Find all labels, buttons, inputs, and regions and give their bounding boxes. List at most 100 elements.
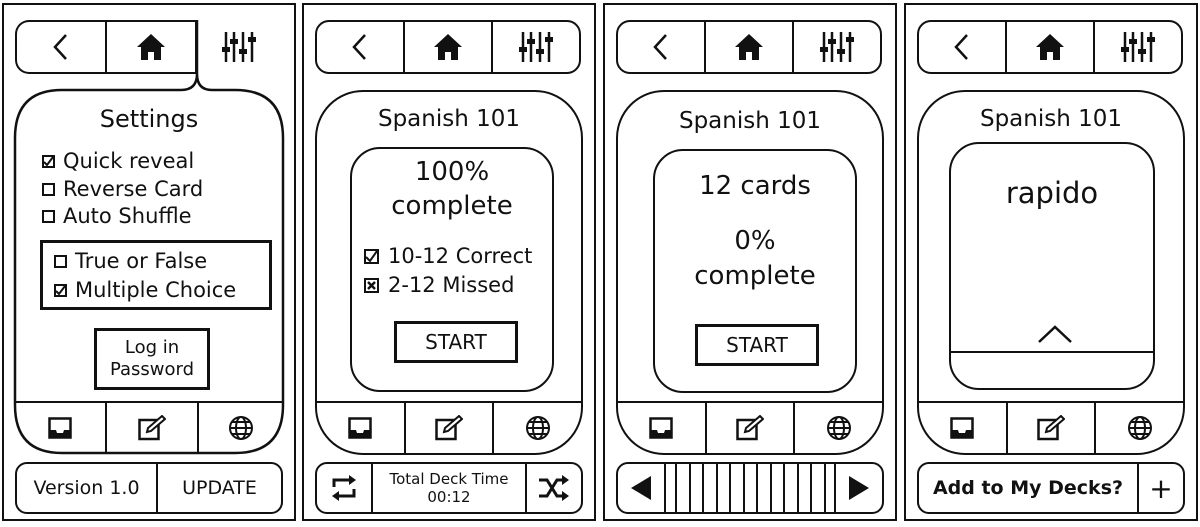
checkbox-icon (42, 209, 55, 223)
deck-time-label: Total Deck Time (389, 470, 509, 488)
tab-inbox[interactable] (15, 403, 107, 453)
repeat-icon (332, 475, 356, 501)
deck-panel: Spanish 101 12 cards 0% complete START (603, 3, 897, 521)
shuffle-icon (539, 475, 569, 501)
scrubber-lines (675, 464, 826, 512)
start-button[interactable]: START (695, 324, 819, 366)
tab-edit[interactable] (707, 403, 796, 453)
deck-card: 12 cards 0% complete START (653, 149, 857, 393)
tab-edit[interactable] (406, 403, 495, 453)
tab-globe[interactable] (795, 403, 882, 453)
option-auto-shuffle[interactable]: Auto Shuffle (42, 203, 192, 229)
nav-bar (917, 20, 1183, 74)
inbox-icon (348, 417, 373, 439)
globe-icon (826, 416, 851, 440)
tab-inbox[interactable] (618, 403, 707, 453)
globe-icon (229, 416, 253, 440)
deck-title: Spanish 101 (678, 108, 822, 134)
phone-screen: Spanish 101 rapido (917, 90, 1185, 455)
nav-bar (315, 20, 581, 74)
option-reverse-card[interactable]: Reverse Card (42, 176, 203, 202)
tab-bar (317, 401, 581, 453)
globe-icon (1127, 416, 1152, 440)
tab-inbox[interactable] (919, 403, 1008, 453)
sliders-icon (1121, 32, 1155, 62)
tab-bar (15, 401, 283, 453)
tab-bar (919, 401, 1183, 453)
settings-button[interactable] (794, 22, 880, 72)
scrubber-footer (616, 462, 884, 514)
nav-bar (616, 20, 882, 74)
results-card: 100% complete 10-12 Correct 2-12 Missed … (350, 147, 554, 392)
add-deck-footer: Add to My Decks? + (917, 462, 1185, 514)
sliders-icon (519, 32, 553, 62)
home-button[interactable] (1007, 22, 1095, 72)
login-button[interactable]: Log in Password (94, 328, 210, 390)
inbox-icon (48, 417, 72, 439)
back-button[interactable] (919, 22, 1007, 72)
edit-icon (1037, 415, 1065, 441)
globe-icon (525, 416, 550, 440)
login-label: Log in (124, 337, 180, 358)
tab-edit[interactable] (107, 403, 199, 453)
tab-globe[interactable] (199, 403, 283, 453)
prev-button[interactable] (618, 464, 666, 512)
back-button[interactable] (317, 22, 405, 72)
complete-label: complete (694, 261, 816, 291)
settings-button[interactable] (493, 22, 579, 72)
option-label: True or False (75, 249, 208, 273)
deck-title: Spanish 101 (979, 106, 1123, 132)
flashcard-panel: Spanish 101 rapido Add to My Decks? + (904, 3, 1198, 521)
repeat-button[interactable] (317, 464, 373, 512)
chevron-up-icon[interactable] (1037, 324, 1073, 344)
settings-button[interactable] (1095, 22, 1181, 72)
edit-icon (138, 415, 166, 441)
play-right-icon (849, 476, 869, 500)
edit-icon (435, 415, 463, 441)
sliders-icon (820, 32, 854, 62)
correct-row: 10-12 Correct (364, 244, 532, 268)
tab-edit[interactable] (1008, 403, 1097, 453)
edit-icon (736, 415, 764, 441)
flashcard[interactable]: rapido (949, 142, 1155, 390)
missed-row: 2-12 Missed (364, 273, 514, 297)
checkbox-icon (42, 154, 55, 168)
checkbox-icon (42, 182, 55, 196)
flashcard-word: rapido (1005, 176, 1099, 210)
deck-time-footer: Total Deck Time 00:12 (315, 462, 583, 514)
home-button[interactable] (405, 22, 493, 72)
update-button[interactable]: UPDATE (158, 464, 281, 512)
back-icon (954, 34, 968, 60)
tab-globe[interactable] (1096, 403, 1183, 453)
checkbox-icon (54, 254, 67, 268)
plus-icon: + (1149, 471, 1173, 505)
settings-panel: Settings Quick reveal Reverse Card Auto … (2, 3, 296, 521)
inbox-icon (649, 417, 674, 439)
deck-time: Total Deck Time 00:12 (373, 464, 527, 512)
deck-time-value: 00:12 (427, 488, 471, 506)
option-multiple-choice[interactable]: Multiple Choice (54, 277, 236, 303)
screen-outline (13, 20, 285, 455)
tab-inbox[interactable] (317, 403, 406, 453)
add-button[interactable]: + (1139, 464, 1183, 512)
percent-complete: 0% (734, 226, 776, 256)
start-button[interactable]: START (394, 321, 518, 363)
shuffle-button[interactable] (527, 464, 581, 512)
card-divider (951, 351, 1153, 353)
card-count: 12 cards (699, 171, 811, 201)
option-label: Multiple Choice (75, 278, 237, 302)
play-left-icon (631, 476, 651, 500)
results-panel: Spanish 101 100% complete 10-12 Correct … (302, 3, 596, 521)
complete-label: complete (391, 191, 513, 221)
add-to-decks-label[interactable]: Add to My Decks? (919, 464, 1139, 512)
checkbox-icon (364, 248, 379, 264)
option-quick-reveal[interactable]: Quick reveal (42, 148, 194, 174)
back-button[interactable] (618, 22, 706, 72)
card-scrubber[interactable] (666, 464, 834, 512)
deck-title: Spanish 101 (377, 106, 521, 132)
home-button[interactable] (706, 22, 794, 72)
tab-globe[interactable] (494, 403, 581, 453)
option-true-false[interactable]: True or False (54, 248, 207, 274)
option-label: Quick reveal (63, 149, 195, 173)
version-footer: Version 1.0 UPDATE (15, 462, 283, 514)
